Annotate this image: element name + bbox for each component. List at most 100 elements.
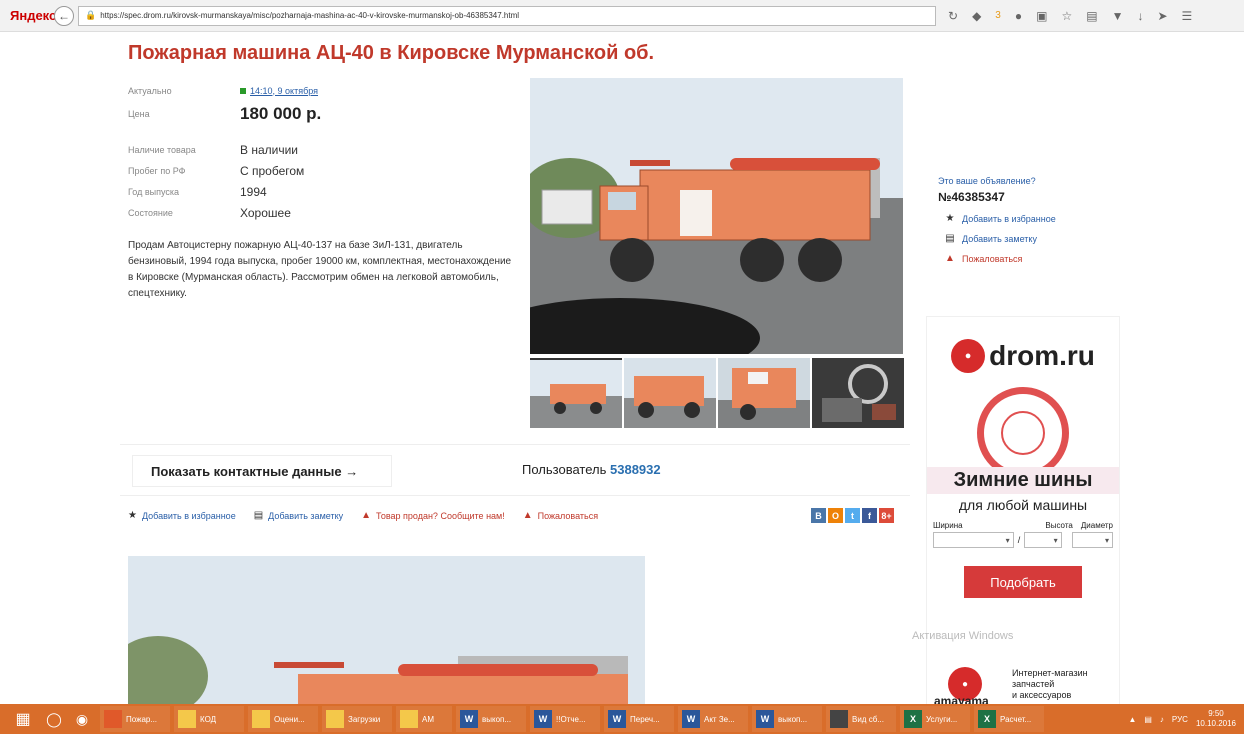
contact-bar: Показать контактные данные → Пользовател… [120, 444, 910, 496]
volume-icon[interactable]: ♪ [1160, 715, 1164, 724]
date-dot-icon [240, 87, 246, 94]
add-favorite-link[interactable]: ★ Добавить в избранное [128, 510, 236, 521]
ok-share-icon[interactable]: О [828, 508, 843, 523]
language-indicator[interactable]: РУС [1172, 715, 1188, 724]
listing-number: №46385347 [938, 190, 1005, 204]
word-icon: W [756, 710, 774, 728]
url-text: https://spec.drom.ru/kirovsk-murmanskaya… [100, 11, 520, 20]
amayama-line: и аксессуаров [1012, 689, 1072, 700]
taskbar-label: Переч... [630, 714, 660, 724]
download-icon[interactable]: ↓ [1137, 9, 1143, 23]
listing-description: Продам Автоцистерну пожарную АЦ-40-137 н… [128, 240, 512, 299]
add-note-link[interactable]: ▤ Добавить заметку [254, 510, 343, 521]
user-id-link[interactable]: 5388932 [610, 462, 661, 477]
thumbnail-2[interactable] [624, 358, 716, 428]
aside-complain[interactable]: ▲ Пожаловаться [944, 253, 1118, 264]
amayama-ad[interactable]: ● amayama Интернет-магазин запчастей и а… [930, 660, 1120, 704]
amayama-brand: amayama [934, 694, 989, 704]
link-label: Добавить заметку [268, 510, 344, 521]
back-button[interactable]: ← [54, 5, 74, 26]
vk-share-icon[interactable]: В [811, 508, 826, 523]
taskbar-item[interactable]: Wвыкоп... [456, 706, 526, 732]
param-label: Год выпуска [128, 186, 179, 197]
taskbar-label: АМ [422, 714, 434, 724]
notification-badge[interactable]: 3 [995, 10, 1001, 21]
ie-icon[interactable]: ◯ [40, 706, 68, 732]
aside-add-favorite[interactable]: ★ Добавить в избранное [944, 213, 1118, 224]
chrome-icon[interactable]: ◉ [68, 706, 96, 732]
tray-arrow-icon[interactable]: ▲ [1128, 715, 1136, 724]
large-photo[interactable] [128, 556, 645, 704]
system-tray: ▲ ▤ ♪ РУС 9:50 10.10.2016 [1128, 709, 1244, 729]
ad-subheadline: для любой машины [958, 497, 1088, 513]
extension-icon[interactable]: ◆ [972, 9, 981, 23]
show-contacts-button[interactable]: Показать контактные данные → [132, 455, 392, 487]
thumbnail-4[interactable] [812, 358, 904, 428]
star-icon: ★ [128, 510, 137, 521]
clock[interactable]: 9:50 10.10.2016 [1196, 709, 1236, 729]
complain-link[interactable]: ▲ Пожаловаться [523, 510, 598, 521]
param-label: Цена [128, 109, 150, 119]
windows-taskbar: ▦ ◯ ◉ Пожар... КОД Оцени... Загрузки АМ … [0, 704, 1244, 734]
taskbar-item[interactable]: Wвыкоп... [752, 706, 822, 732]
taskbar-item[interactable]: Загрузки [322, 706, 392, 732]
taskbar-item[interactable]: Пожар... [100, 706, 170, 732]
taskbar-label: выкоп... [482, 714, 512, 724]
addon-icon[interactable]: ● [1015, 9, 1022, 23]
taskbar-item[interactable]: W Акт Зе... [678, 706, 748, 732]
report-sold-link[interactable]: ▲ Товар продан? Сообщите нам! [361, 510, 505, 521]
excel-icon: X [978, 710, 996, 728]
menu-icon[interactable]: ☰ [1182, 9, 1193, 23]
thumbnail-1[interactable] [530, 358, 622, 428]
main-photo[interactable] [530, 78, 903, 354]
actual-date-link[interactable]: 14:10, 9 октября [240, 86, 318, 96]
taskbar-item[interactable]: Оцени... [248, 706, 318, 732]
social-share: В О t f 8+ [811, 508, 894, 523]
word-icon: W [682, 710, 700, 728]
taskbar-item[interactable]: X Услуги... [900, 706, 970, 732]
send-icon[interactable]: ➤ [1157, 9, 1167, 23]
app-icon [830, 710, 848, 728]
address-bar[interactable]: 🔒 https://spec.drom.ru/kirovsk-murmanska… [78, 5, 936, 26]
param-value: 1994 [240, 184, 267, 199]
excel-icon: X [904, 710, 922, 728]
find-tires-button[interactable]: Подобрать [964, 566, 1082, 598]
reload-icon[interactable]: ↻ [948, 9, 958, 23]
taskbar-item[interactable]: W Переч... [604, 706, 674, 732]
link-label: Пожаловаться [537, 510, 599, 521]
facebook-share-icon[interactable]: f [862, 508, 877, 523]
windows-start-icon[interactable]: ▦ [6, 706, 40, 732]
clock-date: 10.10.2016 [1195, 719, 1236, 728]
word-icon: W [608, 710, 626, 728]
param-value: Хорошее [240, 205, 291, 220]
reading-list-icon[interactable]: ▤ [1086, 9, 1097, 23]
pocket-icon[interactable]: ▼ [1112, 9, 1124, 23]
taskbar-item[interactable]: X Расчет... [974, 706, 1044, 732]
clock-time: 9:50 [1208, 709, 1224, 718]
bookmark-star-icon[interactable]: ☆ [1061, 9, 1072, 23]
width-select[interactable]: ▾ [933, 532, 1014, 548]
googleplus-share-icon[interactable]: 8+ [879, 508, 894, 523]
yandex-logo[interactable]: Яндекс [10, 8, 56, 23]
taskbar-item[interactable]: АМ [396, 706, 452, 732]
taskbar-item[interactable]: КОД [174, 706, 244, 732]
thumbnail-3[interactable] [718, 358, 810, 428]
user-label: Пользователь [522, 462, 607, 477]
param-value: С пробегом [240, 163, 305, 178]
param-actual: Актуально 14:10, 9 октября [128, 80, 428, 101]
aside-add-note[interactable]: ▤ Добавить заметку [944, 233, 1118, 244]
warning-icon: ▲ [945, 253, 955, 264]
twitter-share-icon[interactable]: t [845, 508, 860, 523]
taskbar-item[interactable]: Вид сб... [826, 706, 896, 732]
owner-box: Это ваше объявление? №46385347 ★ Добавить… [928, 168, 1118, 292]
owner-question-link[interactable]: Это ваше объявление? [938, 176, 1118, 186]
height-select[interactable]: ▾ [1024, 532, 1062, 548]
taskbar-label: Загрузки [348, 714, 381, 724]
diameter-select[interactable]: ▾ [1071, 532, 1113, 548]
amayama-line: Интернет-магазин [1012, 667, 1088, 678]
drom-tires-ad[interactable]: ● drom.ru Зимние шины для любой машины Ш… [926, 316, 1120, 704]
folder-icon [326, 710, 344, 728]
taskbar-item[interactable]: W !!Отче... [530, 706, 600, 732]
network-icon[interactable]: ▤ [1144, 715, 1152, 724]
screenshot-icon[interactable]: ▣ [1036, 9, 1047, 23]
